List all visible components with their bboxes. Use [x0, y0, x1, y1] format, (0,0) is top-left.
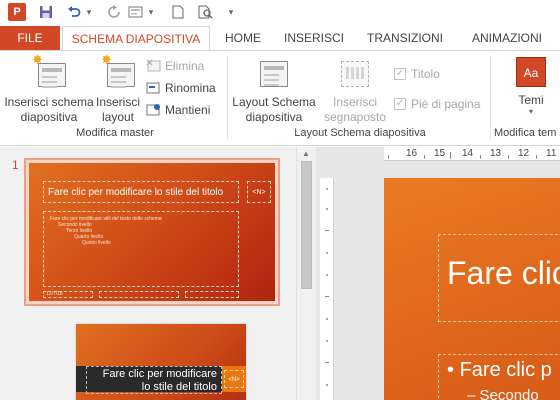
new-file-icon[interactable] [168, 2, 188, 22]
themes-dropdown-icon: ▾ [528, 107, 533, 116]
horizontal-ruler: 16 15 14 13 12 11 [384, 147, 560, 161]
ribbon: Inserisci schema diapositiva Inserisci l… [0, 50, 560, 146]
slide-number: 1 [12, 158, 19, 172]
preserve-button[interactable]: Mantieni [146, 101, 210, 119]
customize-qat-icon[interactable]: ▾ [226, 2, 236, 22]
master-slide-thumbnail[interactable]: Fare clic per modificare lo stile del ti… [24, 158, 280, 306]
master-layout-icon [257, 55, 291, 91]
group-separator [490, 55, 491, 139]
rename-icon [146, 81, 162, 95]
checkmark-icon: ✓ [394, 98, 406, 110]
quick-access-toolbar: P ▾ ▾ ▾ [0, 0, 560, 24]
vertical-ruler [320, 178, 334, 400]
tab-home[interactable]: HOME [216, 26, 270, 50]
tab-insert[interactable]: INSERISCI [278, 26, 350, 50]
delete-button[interactable]: Elimina [146, 57, 204, 75]
undo-icon[interactable] [64, 2, 84, 22]
insert-slide-master-icon [32, 52, 66, 91]
group-label-edit-master: Modifica master [76, 127, 154, 139]
pushpin-icon [146, 103, 162, 117]
master-slide-number-placeholder [185, 291, 239, 298]
undo-dropdown-icon[interactable]: ▾ [84, 2, 94, 22]
group-label-edit-theme: Modifica tem [494, 127, 557, 139]
themes-button[interactable]: Aa Temi ▾ [500, 55, 560, 116]
rename-button[interactable]: Rinomina [146, 79, 216, 97]
title-layout-thumbnail[interactable]: Fare clic per modificare lo stile del ti… [76, 324, 246, 400]
start-dropdown-icon[interactable]: ▾ [146, 2, 156, 22]
master-layout-button[interactable]: Layout Schema diapositiva [230, 55, 318, 125]
redo-icon[interactable] [104, 2, 124, 22]
title-checkbox[interactable]: ✓ Titolo [394, 65, 440, 83]
tab-file[interactable]: FILE [0, 26, 60, 50]
insert-layout-icon [101, 52, 135, 91]
tab-transitions[interactable]: TRANSIZIONI [360, 26, 450, 50]
save-icon[interactable] [36, 2, 56, 22]
canvas-title-placeholder[interactable]: Fare clic p [438, 234, 560, 322]
powerpoint-logo-icon: P [8, 3, 26, 21]
canvas-body-placeholder[interactable]: • Fare clic p – Secondo [438, 354, 560, 400]
insert-placeholder-button[interactable]: Inserisci segnaposto [318, 55, 392, 125]
ribbon-tabs: FILE SCHEMA DIAPOSITIVA HOME INSERISCI T… [0, 26, 560, 51]
checkmark-icon: ✓ [394, 68, 406, 80]
insert-slide-master-button[interactable]: Inserisci schema diapositiva [2, 52, 96, 125]
print-preview-icon[interactable] [196, 2, 216, 22]
slide-canvas[interactable]: Fare clic p • Fare clic p – Secondo [384, 178, 560, 400]
delete-slide-icon [146, 59, 162, 73]
scroll-up-icon[interactable]: ▲ [302, 149, 310, 158]
layout-title-placeholder: Fare clic per modificare lo stile del ti… [86, 366, 222, 394]
themes-icon: Aa [516, 55, 546, 89]
insert-placeholder-icon [338, 55, 372, 91]
group-separator [227, 55, 228, 139]
master-number-placeholder: <N> [247, 181, 271, 203]
master-date-placeholder: 12/7/18 [43, 291, 93, 298]
tab-slide-master[interactable]: SCHEMA DIAPOSITIVA [62, 26, 210, 51]
thumbnails-scrollbar[interactable]: ▲ [296, 147, 316, 400]
layout-number-placeholder: <N> [224, 370, 244, 388]
footer-checkbox[interactable]: ✓ Piè di pagina [394, 95, 480, 113]
insert-layout-button[interactable]: Inserisci layout [94, 52, 142, 125]
tab-animations[interactable]: ANIMAZIONI [462, 26, 552, 50]
master-footer-placeholder [99, 291, 179, 298]
master-title-placeholder: Fare clic per modificare lo stile del ti… [43, 181, 239, 203]
group-label-master-layout: Layout Schema diapositiva [294, 127, 426, 139]
master-body-placeholder: Fare clic per modificare stili del testo… [43, 211, 239, 287]
scrollbar-thumb[interactable] [301, 161, 312, 289]
start-from-beginning-icon[interactable] [126, 2, 146, 22]
